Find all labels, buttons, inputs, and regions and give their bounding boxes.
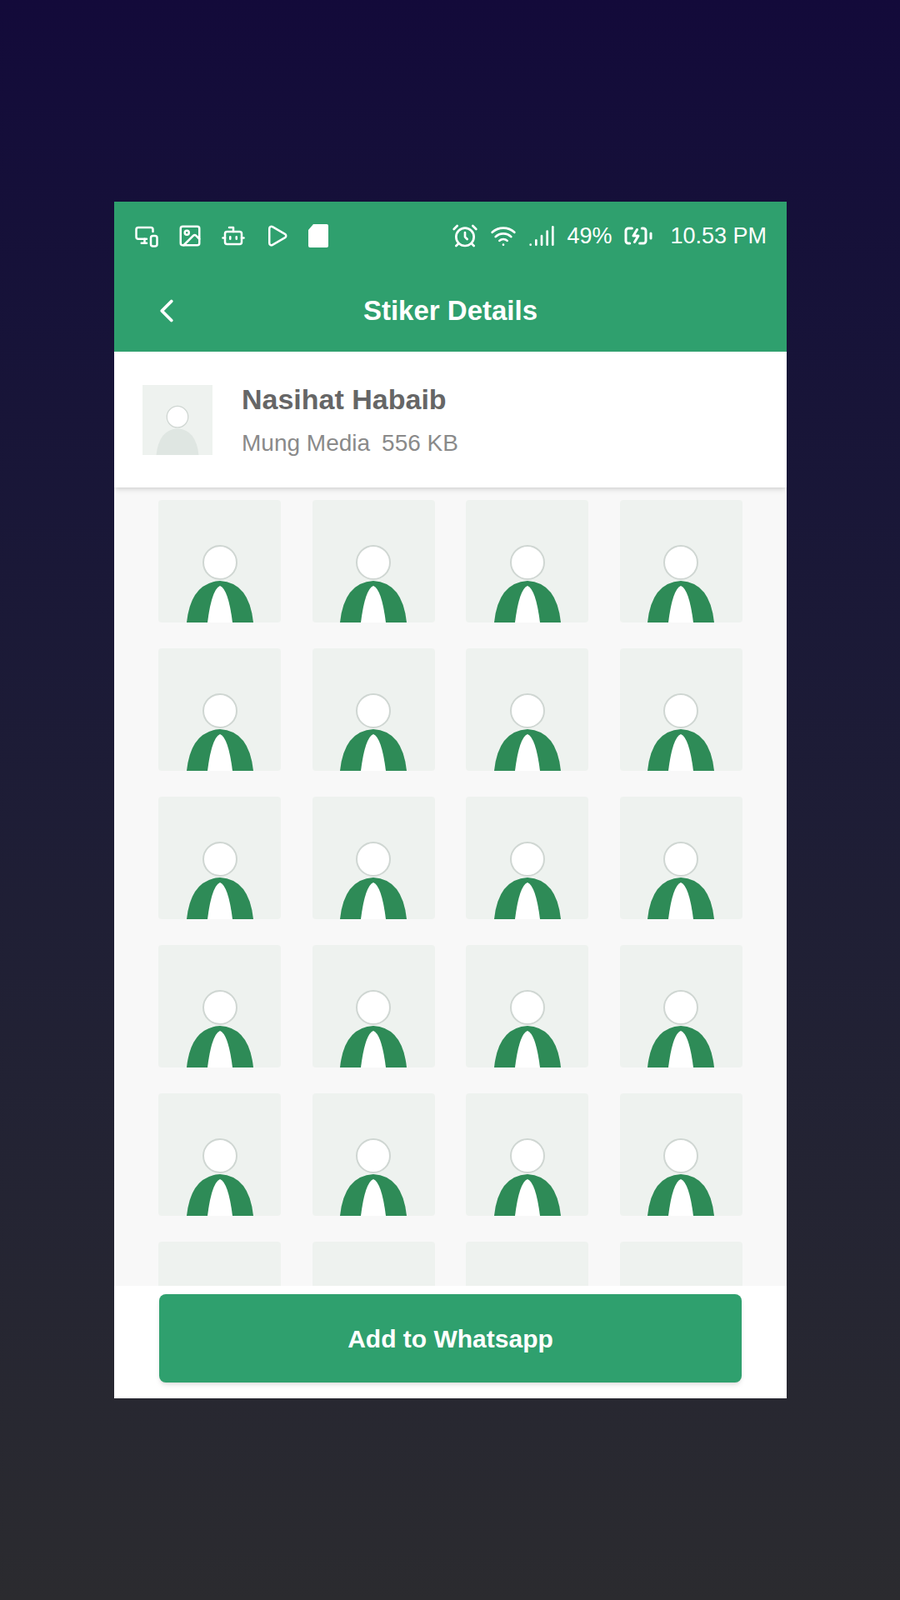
sticker[interactable] xyxy=(620,500,743,623)
app-header: Stiker Details xyxy=(114,270,787,352)
sticker-figure-icon xyxy=(174,827,266,920)
sticker-figure-icon xyxy=(481,975,574,1068)
sticker-figure-icon xyxy=(174,1124,266,1216)
sticker-figure-icon xyxy=(635,827,727,920)
pack-avatar xyxy=(142,385,213,455)
sticker-figure-icon xyxy=(174,975,266,1068)
pack-publisher: Mung Media xyxy=(241,425,370,461)
sticker-figure-icon xyxy=(481,1124,574,1216)
image-icon xyxy=(177,223,203,249)
sticker[interactable] xyxy=(158,500,281,623)
pack-size: 556 KB xyxy=(381,425,459,461)
sticker-figure-icon xyxy=(327,1124,420,1216)
sticker[interactable] xyxy=(158,1093,281,1216)
sticker-figure-icon xyxy=(635,975,727,1068)
debug-icon xyxy=(134,223,160,249)
sticker-figure-icon xyxy=(327,975,420,1068)
page: 49% 10.53 PM Stiker Details Nasihat Habaib M… xyxy=(0,0,900,1600)
sticker-figure-icon xyxy=(327,827,420,920)
sticker[interactable] xyxy=(312,648,435,771)
sticker[interactable] xyxy=(620,796,743,920)
sticker[interactable] xyxy=(620,1093,743,1216)
sd-card-icon xyxy=(307,223,330,249)
button-bar: Add to Whatsapp xyxy=(114,1285,787,1399)
sticker-grid xyxy=(114,487,787,1286)
sticker-figure-icon xyxy=(635,530,727,623)
alarm-icon xyxy=(451,222,479,250)
sticker[interactable] xyxy=(620,1241,743,1286)
play-store-icon xyxy=(264,223,290,249)
sticker[interactable] xyxy=(465,1093,589,1216)
sticker-figure-icon xyxy=(481,530,574,623)
sticker[interactable] xyxy=(312,1241,435,1286)
sticker[interactable] xyxy=(620,648,743,771)
sticker-figure-icon xyxy=(327,530,420,623)
sticker[interactable] xyxy=(158,1241,281,1286)
sticker-figure-icon xyxy=(481,679,574,771)
sticker[interactable] xyxy=(312,1093,435,1216)
sticker[interactable] xyxy=(465,648,589,771)
sticker-figure-icon xyxy=(174,679,266,771)
sticker-figure-icon xyxy=(481,827,574,920)
sticker[interactable] xyxy=(158,796,281,920)
header-title: Stiker Details xyxy=(114,290,787,332)
sticker-figure-icon xyxy=(635,1272,727,1286)
battery-icon xyxy=(623,220,654,251)
sticker-figure-icon xyxy=(635,679,727,771)
pack-card: Nasihat Habaib Mung Media 556 KB xyxy=(114,351,787,488)
phone-screen: 49% 10.53 PM Stiker Details Nasihat Habaib M… xyxy=(114,201,787,1399)
sticker[interactable] xyxy=(465,796,589,920)
sticker[interactable] xyxy=(620,945,743,1068)
sticker[interactable] xyxy=(312,500,435,623)
add-to-whatsapp-button[interactable]: Add to Whatsapp xyxy=(159,1294,742,1383)
sticker[interactable] xyxy=(465,1241,589,1286)
sticker-figure-icon xyxy=(635,1124,727,1216)
back-button[interactable] xyxy=(147,291,186,330)
sticker-figure-icon xyxy=(174,530,266,623)
sticker[interactable] xyxy=(158,945,281,1068)
sticker[interactable] xyxy=(158,648,281,771)
sticker-figure-icon xyxy=(174,1272,266,1286)
clock: 10.53 PM xyxy=(670,219,767,254)
sticker[interactable] xyxy=(465,945,589,1068)
status-bar: 49% 10.53 PM xyxy=(114,201,787,270)
sticker[interactable] xyxy=(312,945,435,1068)
battery-percent: 49% xyxy=(566,219,612,254)
back-arrow-icon xyxy=(147,291,186,330)
wifi-icon xyxy=(490,222,517,250)
sticker[interactable] xyxy=(465,500,589,623)
android-icon xyxy=(220,223,246,249)
pack-name: Nasihat Habaib xyxy=(241,378,459,421)
avatar-figure-icon xyxy=(148,396,207,455)
signal-icon xyxy=(528,222,555,250)
sticker-figure-icon xyxy=(481,1272,574,1286)
sticker-figure-icon xyxy=(327,1272,420,1286)
sticker-figure-icon xyxy=(327,679,420,771)
sticker[interactable] xyxy=(312,796,435,920)
